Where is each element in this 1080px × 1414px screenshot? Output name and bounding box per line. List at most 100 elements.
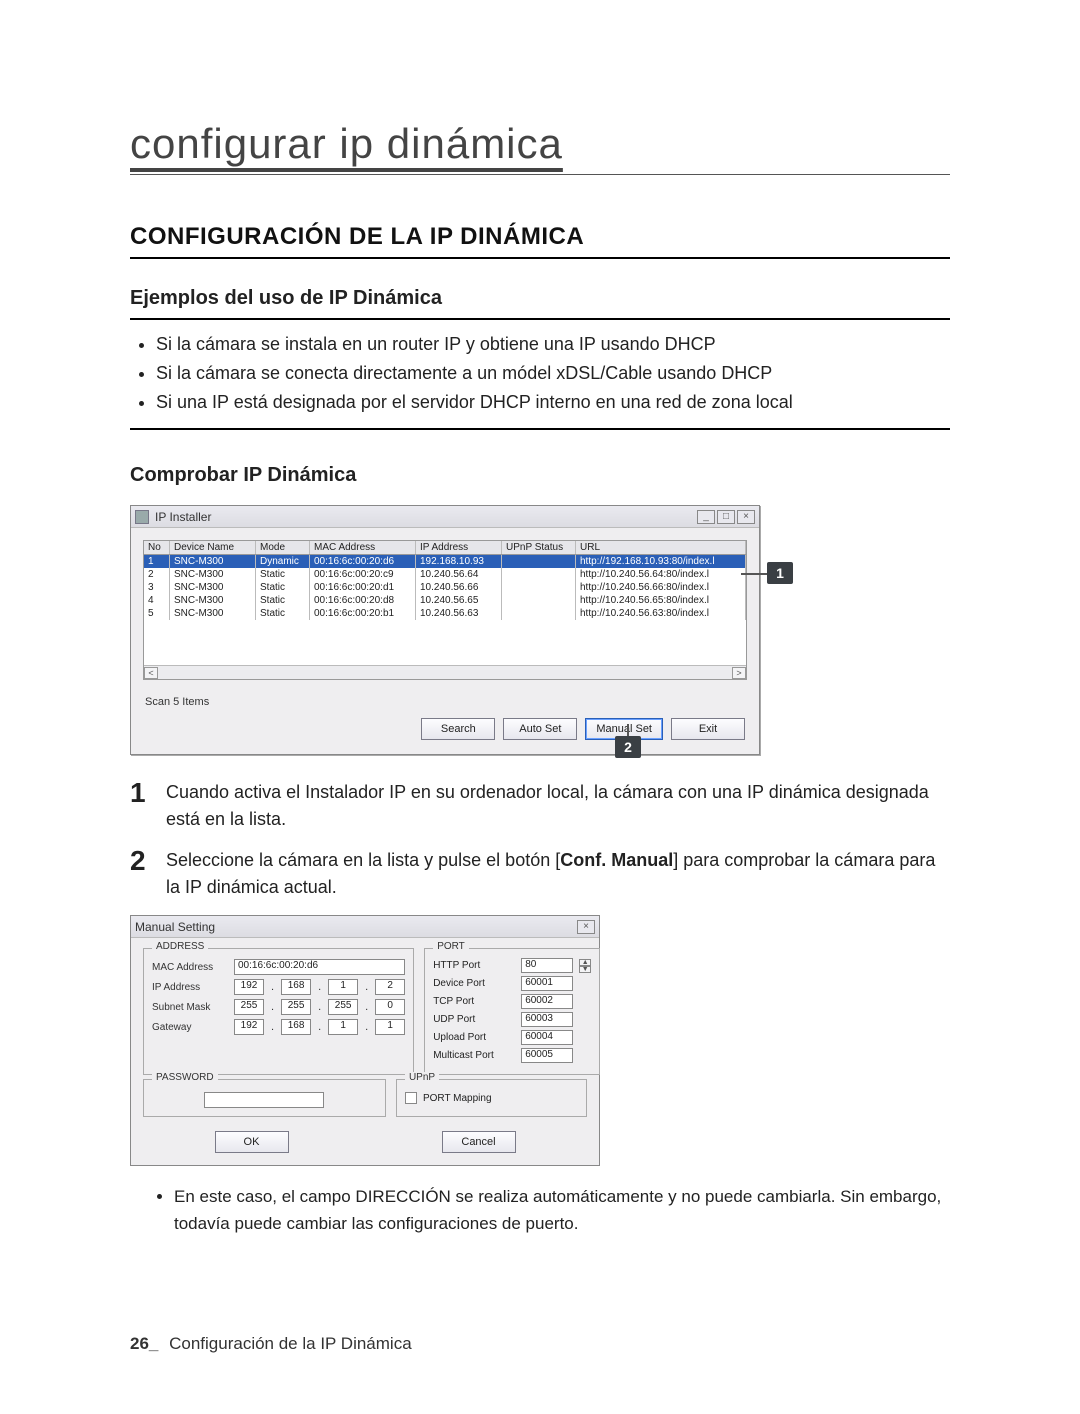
group-title: PASSWORD [152,1072,218,1083]
auto-set-button[interactable]: Auto Set [503,718,577,740]
cancel-button[interactable]: Cancel [442,1131,516,1153]
subheading-examples: Ejemplos del uso de IP Dinámica [130,287,950,310]
cell: SNC-M300 [170,581,256,594]
cell: Static [256,594,310,607]
multicast-port-field[interactable]: 60005 [521,1048,573,1063]
gateway-octet[interactable]: 192 [234,1019,264,1035]
callout-badge-2: 2 [615,736,641,758]
table-header: No Device Name Mode MAC Address IP Addre… [144,541,746,555]
cell: 00:16:6c:00:20:d1 [310,581,416,594]
cell: Static [256,607,310,620]
table-row[interactable]: 3 SNC-M300 Static 00:16:6c:00:20:d1 10.2… [144,581,746,594]
section-heading: CONFIGURACIÓN DE LA IP DINÁMICA [130,223,950,259]
cell: 10.240.56.66 [416,581,502,594]
port-spinner[interactable]: ▲▼ [579,959,591,973]
cell [502,555,576,568]
col-no[interactable]: No [144,541,170,554]
table-row[interactable]: 2 SNC-M300 Static 00:16:6c:00:20:c9 10.2… [144,568,746,581]
gateway-octet[interactable]: 1 [328,1019,358,1035]
step-text: Seleccione la cámara en la lista y pulse… [166,847,950,901]
cell: 00:16:6c:00:20:b1 [310,607,416,620]
col-device[interactable]: Device Name [170,541,256,554]
upload-port-field[interactable]: 60004 [521,1030,573,1045]
ok-button[interactable]: OK [215,1131,289,1153]
table-row[interactable]: 5 SNC-M300 Static 00:16:6c:00:20:b1 10.2… [144,607,746,620]
upnp-group: UPnP PORT Mapping [396,1079,587,1117]
exit-button[interactable]: Exit [671,718,745,740]
minimize-button[interactable]: _ [697,510,715,524]
port-mapping-label: PORT Mapping [423,1093,492,1104]
gateway-octet[interactable]: 168 [281,1019,311,1035]
steps: 1 Cuando activa el Instalador IP en su o… [130,779,950,901]
cell: 10.240.56.63 [416,607,502,620]
cell: 00:16:6c:00:20:d8 [310,594,416,607]
app-icon [135,510,149,524]
cell: 2 [144,568,170,581]
cell: http://192.168.10.93:80/index.l [576,555,746,568]
cell: http://10.240.56.63:80/index.l [576,607,746,620]
horizontal-scrollbar[interactable]: < > [144,665,746,679]
step-1: 1 Cuando activa el Instalador IP en su o… [130,779,950,833]
cell: SNC-M300 [170,555,256,568]
step-text: Cuando activa el Instalador IP en su ord… [166,779,950,833]
ip-octet[interactable]: 168 [281,979,311,995]
cell: Static [256,568,310,581]
port-label: UDP Port [433,1014,515,1025]
gateway-label: Gateway [152,1022,228,1033]
divider [130,318,950,320]
group-title: UPnP [405,1072,439,1083]
cell: 10.240.56.65 [416,594,502,607]
col-mode[interactable]: Mode [256,541,310,554]
cell: 3 [144,581,170,594]
cell: http://10.240.56.64:80/index.l [576,568,746,581]
callout-line [627,724,629,736]
group-title: PORT [433,941,469,952]
port-mapping-checkbox[interactable] [405,1092,417,1104]
close-button[interactable]: × [577,920,595,934]
col-mac[interactable]: MAC Address [310,541,416,554]
ip-octet[interactable]: 2 [375,979,405,995]
maximize-button[interactable]: □ [717,510,735,524]
scan-status: Scan 5 Items [131,692,759,710]
table-row[interactable]: 4 SNC-M300 Static 00:16:6c:00:20:d8 10.2… [144,594,746,607]
cell: http://10.240.56.66:80/index.l [576,581,746,594]
page-banner: configurar ip dinámica [130,120,950,175]
cell [502,568,576,581]
table-body: 1 SNC-M300 Dynamic 00:16:6c:00:20:d6 192… [144,555,746,620]
step-number: 2 [130,847,152,901]
subnet-octet[interactable]: 255 [281,999,311,1015]
subnet-octet[interactable]: 255 [234,999,264,1015]
tcp-port-field[interactable]: 60002 [521,994,573,1009]
list-item: En este caso, el campo DIRECCIÓN se real… [174,1184,950,1237]
table-row[interactable]: 1 SNC-M300 Dynamic 00:16:6c:00:20:d6 192… [144,555,746,568]
list-item: Si la cámara se instala en un router IP … [156,330,950,359]
step-2: 2 Seleccione la cámara en la lista y pul… [130,847,950,901]
col-ip[interactable]: IP Address [416,541,502,554]
device-port-field[interactable]: 60001 [521,976,573,991]
ip-octet[interactable]: 1 [328,979,358,995]
http-port-field[interactable]: 80 [521,958,573,973]
gateway-octet[interactable]: 1 [375,1019,405,1035]
manual-setting-window: Manual Setting × ADDRESS MAC Address 00:… [130,915,600,1166]
col-upnp[interactable]: UPnP Status [502,541,576,554]
step-text-part: Seleccione la cámara en la lista y pulse… [166,850,560,870]
port-label: Device Port [433,978,515,989]
search-button[interactable]: Search [421,718,495,740]
scroll-left-button[interactable]: < [144,667,158,679]
password-field[interactable] [204,1092,324,1108]
address-group: ADDRESS MAC Address 00:16:6c:00:20:d6 IP… [143,948,414,1075]
cell [502,607,576,620]
step-text-bold: Conf. Manual [560,850,673,870]
subnet-octet[interactable]: 255 [328,999,358,1015]
page-footer: 26_ Configuración de la IP Dinámica [130,1334,412,1354]
port-group: PORT HTTP Port 80 ▲▼ Device Port 60001 T… [424,948,600,1075]
mac-field[interactable]: 00:16:6c:00:20:d6 [234,959,405,975]
udp-port-field[interactable]: 60003 [521,1012,573,1027]
scroll-right-button[interactable]: > [732,667,746,679]
close-button[interactable]: × [737,510,755,524]
subheading-check: Comprobar IP Dinámica [130,464,950,487]
col-url[interactable]: URL [576,541,746,554]
ip-octet[interactable]: 192 [234,979,264,995]
port-label: Upload Port [433,1032,515,1043]
subnet-octet[interactable]: 0 [375,999,405,1015]
